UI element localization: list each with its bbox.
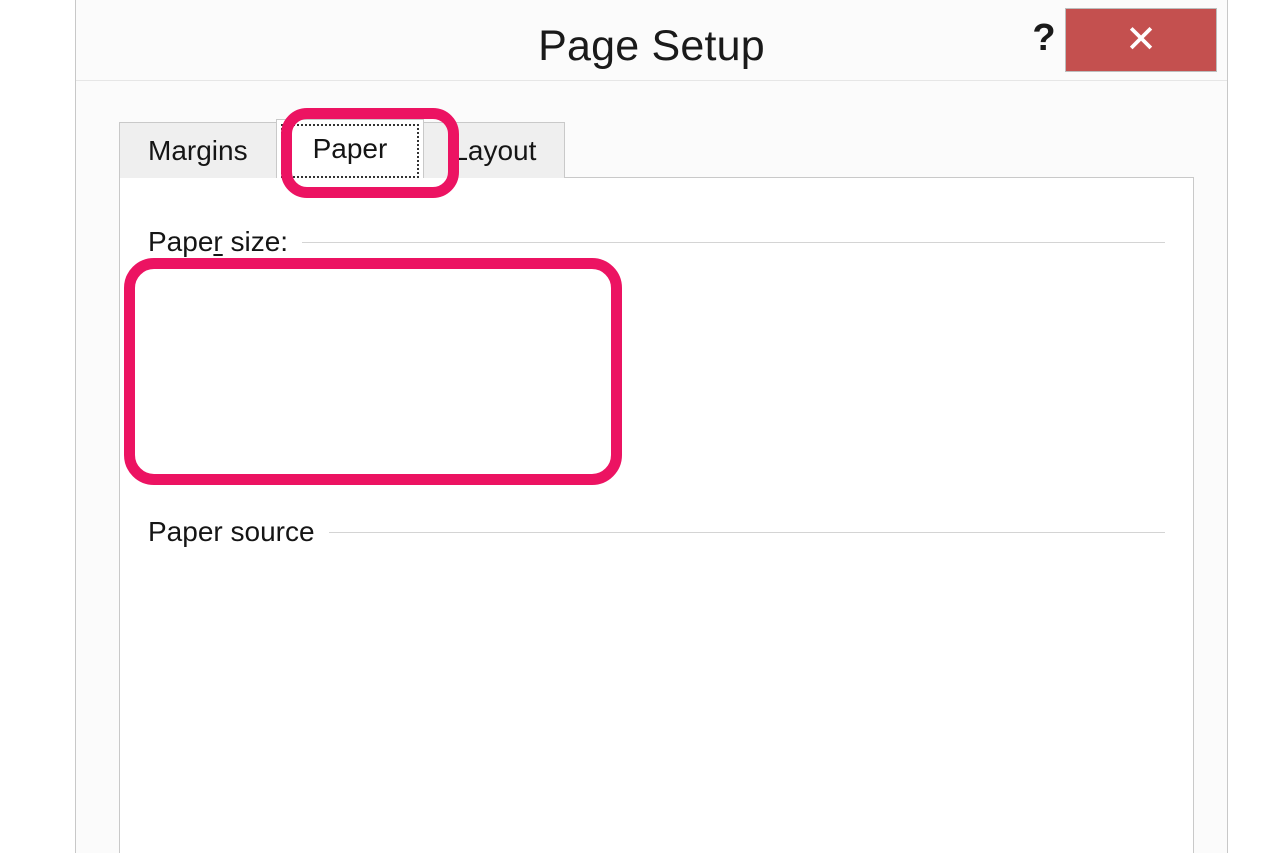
tab-strip: Margins Paper Layout: [119, 119, 566, 178]
page-setup-dialog: Page Setup ? ✕ Paper size: Paper source …: [75, 0, 1228, 853]
close-button[interactable]: ✕: [1065, 8, 1217, 72]
tab-content-panel: Paper size: Paper source: [119, 177, 1194, 853]
tab-layout[interactable]: Layout: [423, 122, 566, 178]
tab-label: Layout: [452, 134, 537, 166]
group-divider: [328, 531, 1165, 533]
paper-size-group-header: Paper size:: [148, 226, 1165, 258]
paper-size-label: Paper size:: [148, 226, 289, 257]
tab-margins[interactable]: Margins: [119, 122, 277, 178]
paper-source-label: Paper source: [148, 516, 315, 547]
close-icon: ✕: [1125, 19, 1157, 61]
help-icon[interactable]: ?: [1024, 14, 1064, 62]
paper-source-group-header: Paper source: [148, 516, 1165, 548]
tab-paper[interactable]: Paper: [275, 119, 425, 178]
tab-label: Margins: [148, 134, 248, 166]
dialog-titlebar: Page Setup ? ✕: [76, 0, 1227, 81]
group-divider: [302, 241, 1165, 243]
tab-label: Paper: [312, 133, 388, 164]
screenshot-root: Page Setup ? ✕ Paper size: Paper source …: [0, 0, 1280, 853]
